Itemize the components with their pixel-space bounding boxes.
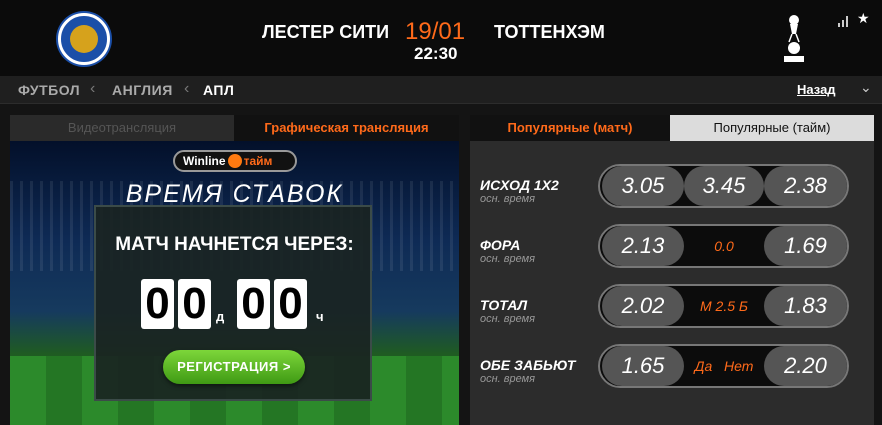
market-sub: осн. время	[480, 253, 536, 265]
yes-no-labels: Да Нет	[694, 358, 754, 374]
breadcrumb-football[interactable]: ФУТБОЛ	[18, 82, 80, 98]
tab-popular-half[interactable]: Популярные (тайм)	[670, 115, 874, 141]
breadcrumb: ФУТБОЛ ‹ АНГЛИЯ ‹ АПЛ Назад ⌄	[0, 76, 882, 104]
breadcrumb-apl[interactable]: АПЛ	[203, 82, 234, 98]
brand-taim: тайм	[243, 154, 273, 168]
odd-button[interactable]: 2.38	[764, 166, 847, 206]
winline-logo: Winline тайм	[173, 150, 297, 172]
away-team-name: ТОТТЕНХЭМ	[494, 22, 605, 42]
countdown-hours-unit: ч	[316, 309, 324, 324]
tab-popular-match[interactable]: Популярные (матч)	[470, 115, 670, 141]
brand-winline: Winline	[183, 154, 226, 168]
odds-bar: 2.13 0.0 1.69	[598, 224, 849, 268]
broadcast-panel: Видеотрансляция Графическая трансляция W…	[10, 115, 459, 425]
tab-video-broadcast[interactable]: Видеотрансляция	[10, 115, 234, 141]
market-name: ИСХОД 1Х2	[480, 177, 559, 193]
tab-graphic-broadcast[interactable]: Графическая трансляция	[234, 115, 459, 141]
countdown-days-unit: д	[216, 309, 225, 324]
countdown-label: МАТЧ НАЧНЕТСЯ ЧЕРЕЗ:	[115, 234, 354, 255]
breadcrumb-chevron-icon: ‹	[90, 80, 96, 97]
countdown-day-digit: 0	[141, 279, 174, 329]
odd-button[interactable]: 1.69	[764, 226, 847, 266]
chevron-down-icon[interactable]: ⌄	[860, 79, 872, 96]
favorite-star-icon[interactable]: ★	[857, 10, 870, 27]
odds-bar: 1.65 Да Нет 2.20	[598, 344, 849, 388]
odd-button[interactable]: 3.45	[684, 166, 764, 206]
market-sub: осн. время	[480, 313, 536, 325]
match-header: ЛЕСТЕР СИТИ 19/01 22:30 ТОТТЕНХЭМ ★	[0, 0, 882, 76]
bet-time-title: ВРЕМЯ СТАВОК	[125, 180, 344, 208]
odds-bar: 2.02 М 2.5 Б 1.83	[598, 284, 849, 328]
market-both-score: ОБЕ ЗАБЬЮТ осн. время 1.65 Да Нет 2.20	[470, 344, 874, 417]
match-time: 22:30	[414, 44, 458, 63]
odd-button[interactable]: 2.13	[602, 226, 684, 266]
odd-button[interactable]: 1.65	[602, 346, 684, 386]
home-team-name: ЛЕСТЕР СИТИ	[262, 22, 390, 42]
market-name: ФОРА	[480, 237, 521, 253]
market-name: ТОТАЛ	[480, 297, 528, 313]
odd-button[interactable]: 3.05	[602, 166, 684, 206]
odd-button[interactable]: 2.20	[764, 346, 847, 386]
tottenham-crest-icon	[784, 15, 804, 62]
handicap-value: 0.0	[714, 238, 734, 254]
register-button[interactable]: РЕГИСТРАЦИЯ >	[163, 350, 305, 384]
stadium-stage: Winline тайм ВРЕМЯ СТАВОК МАТЧ НАЧНЕТСЯ Ч…	[10, 141, 459, 425]
odd-button[interactable]: 2.02	[602, 286, 684, 326]
breadcrumb-england[interactable]: АНГЛИЯ	[112, 82, 173, 98]
back-link[interactable]: Назад	[797, 82, 836, 97]
market-sub: осн. время	[480, 193, 536, 205]
breadcrumb-chevron-icon: ‹	[184, 80, 190, 97]
countdown-hour-digit: 0	[237, 279, 270, 329]
total-value: М 2.5 Б	[699, 298, 748, 314]
match-date: 19/01	[405, 18, 466, 45]
countdown-day-digit: 0	[178, 279, 211, 329]
stats-icon[interactable]	[838, 15, 850, 27]
odds-bar: 3.05 3.45 2.38	[598, 164, 849, 208]
market-name: ОБЕ ЗАБЬЮТ	[480, 357, 576, 373]
countdown-hour-digit: 0	[274, 279, 307, 329]
odd-button[interactable]: 1.83	[764, 286, 847, 326]
ball-icon	[227, 154, 242, 168]
leicester-crest-icon	[58, 13, 110, 65]
market-sub: осн. время	[480, 373, 536, 385]
odds-panel: Популярные (матч) Популярные (тайм) ИСХО…	[470, 115, 874, 425]
